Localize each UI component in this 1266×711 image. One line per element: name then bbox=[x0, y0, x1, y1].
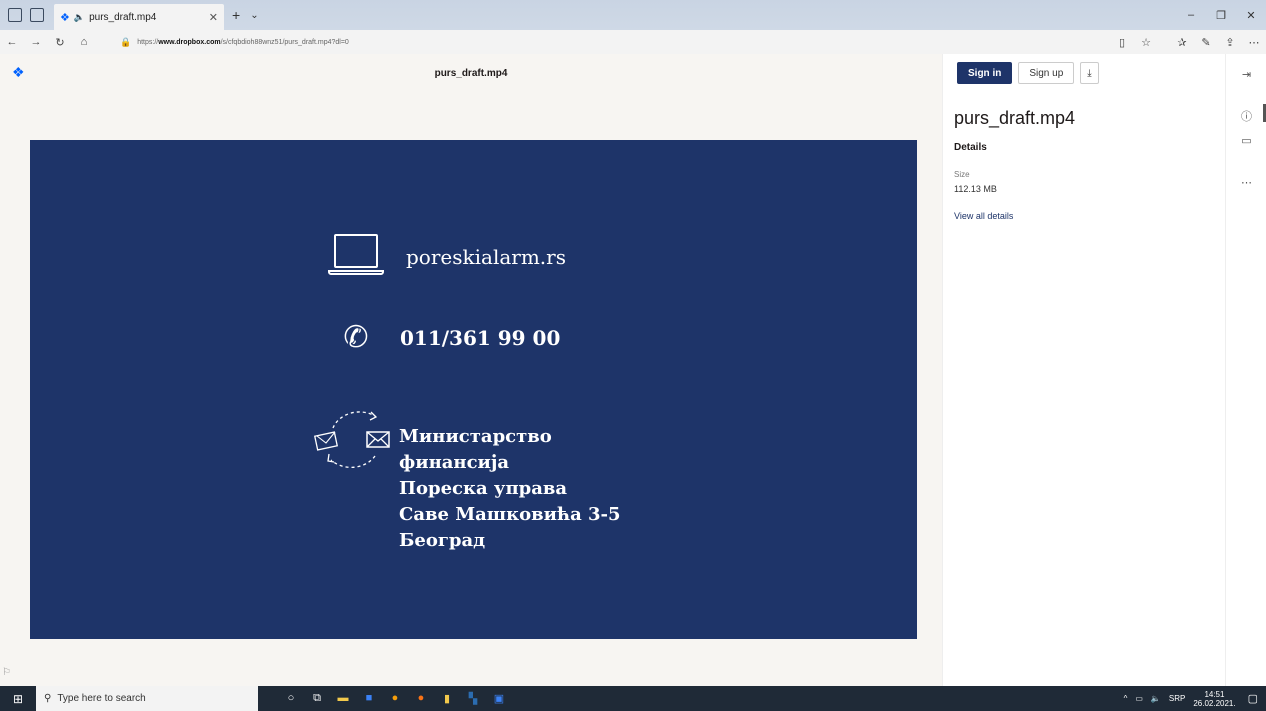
toolbar-icons: ▯ ☆ ✰ ✎ ⇪ ⋯ bbox=[1110, 36, 1266, 49]
address-line: Саве Машковића 3-5 bbox=[399, 504, 621, 525]
pen-icon[interactable]: ✎ bbox=[1194, 36, 1218, 49]
phone-row: ✆ 011/361 99 00 bbox=[336, 320, 560, 355]
side-rail: ⇥ ⓘ ▭ ⋯ bbox=[1225, 54, 1266, 686]
forward-icon[interactable]: → bbox=[24, 36, 48, 48]
auth-buttons: Sign in Sign up ⤓ bbox=[957, 62, 1099, 84]
report-flag-icon[interactable]: ⚐ bbox=[2, 667, 11, 678]
dropbox-page: ❖ purs_draft.mp4 poreskialarm.rs ✆ 011/3… bbox=[0, 54, 1266, 686]
url-prefix: https:// bbox=[137, 38, 159, 46]
home-icon[interactable]: ⌂ bbox=[72, 36, 96, 48]
size-value: 112.13 MB bbox=[954, 184, 997, 194]
tray-chevron-icon[interactable]: ^ bbox=[1124, 694, 1128, 703]
url-domain: www.dropbox.com bbox=[158, 38, 221, 46]
chrome-icon[interactable]: ● bbox=[382, 692, 408, 705]
address-bar: ← → ↻ ⌂ 🔒 https://www.dropbox.com/s/cfqb… bbox=[0, 30, 1266, 54]
task-view-icon[interactable]: ⧉ bbox=[304, 692, 330, 705]
word-icon[interactable]: ▚ bbox=[460, 692, 486, 705]
system-tray: ^ ▭ 🔈 SRP 14:51 26.02.2021. ▢ bbox=[1124, 690, 1266, 708]
tab-actions-icon[interactable] bbox=[8, 8, 22, 22]
back-icon[interactable]: ← bbox=[0, 36, 24, 48]
search-placeholder: Type here to search bbox=[57, 693, 146, 704]
sign-up-button[interactable]: Sign up bbox=[1018, 62, 1075, 84]
network-icon[interactable]: ▭ bbox=[1135, 694, 1143, 703]
taskbar-search[interactable]: ⚲ Type here to search bbox=[36, 686, 258, 711]
favorite-star-icon[interactable]: ☆ bbox=[1134, 36, 1158, 49]
video-player[interactable]: poreskialarm.rs ✆ 011/361 99 00 Министар… bbox=[30, 140, 917, 639]
windows-taskbar: ⊞ ⚲ Type here to search ○ ⧉ ▬ ■ ● ● ▮ ▚ … bbox=[0, 686, 1266, 711]
notifications-icon[interactable]: ▢ bbox=[1248, 692, 1258, 705]
file-title: purs_draft.mp4 bbox=[434, 68, 508, 79]
collapse-panel-icon[interactable]: ⇥ bbox=[1226, 68, 1266, 81]
tab-preview-chevron-icon[interactable]: ⌄ bbox=[250, 10, 258, 21]
audio-playing-icon[interactable]: 🔈 bbox=[74, 12, 85, 23]
date: 26.02.2021. bbox=[1193, 698, 1236, 708]
close-window-icon[interactable]: ✕ bbox=[1236, 9, 1266, 22]
browser-tab-bar: ❖ 🔈 purs_draft.mp4 ✕ + ⌄ – ❐ ✕ bbox=[0, 0, 1266, 30]
file-explorer-icon[interactable]: ▬ bbox=[330, 692, 356, 705]
restore-icon[interactable]: ❐ bbox=[1206, 9, 1236, 22]
app-icon[interactable]: ▮ bbox=[434, 692, 460, 705]
share-icon[interactable]: ⇪ bbox=[1218, 36, 1242, 49]
address-line: Београд bbox=[399, 530, 486, 551]
url-field[interactable]: 🔒 https://www.dropbox.com/s/cfqbdioh88wn… bbox=[120, 37, 349, 48]
cortana-icon[interactable]: ○ bbox=[278, 692, 304, 705]
file-viewer: ❖ purs_draft.mp4 poreskialarm.rs ✆ 011/3… bbox=[0, 54, 942, 686]
address-block: Министарство финансија Пореска управа Са… bbox=[399, 424, 621, 554]
volume-icon[interactable]: 🔈 bbox=[1151, 694, 1161, 703]
details-heading: Details bbox=[954, 142, 987, 153]
browser-tab[interactable]: ❖ 🔈 purs_draft.mp4 ✕ bbox=[54, 4, 224, 30]
close-tab-icon[interactable]: ✕ bbox=[209, 11, 218, 24]
window-controls: – ❐ ✕ bbox=[1176, 9, 1266, 22]
more-options-icon[interactable]: ⋯ bbox=[1226, 176, 1266, 189]
phone-text: 011/361 99 00 bbox=[400, 325, 561, 350]
url-path: /s/cfqbdioh88wnz51/purs_draft.mp4?dl=0 bbox=[220, 38, 349, 46]
set-aside-tabs-icon[interactable] bbox=[30, 8, 44, 22]
comments-icon[interactable]: ▭ bbox=[1226, 134, 1266, 147]
sign-in-button[interactable]: Sign in bbox=[957, 62, 1013, 84]
firefox-icon[interactable]: ● bbox=[408, 692, 434, 705]
mail-cycle-icon bbox=[313, 411, 390, 468]
clock[interactable]: 14:51 26.02.2021. bbox=[1193, 690, 1235, 708]
new-tab-icon[interactable]: + bbox=[232, 7, 240, 23]
edge-icon[interactable]: ■ bbox=[356, 692, 382, 705]
lock-icon[interactable]: 🔒 bbox=[120, 37, 131, 48]
address-line: Министарство bbox=[399, 426, 552, 447]
view-all-details-link[interactable]: View all details bbox=[954, 211, 1013, 221]
panel-file-name: purs_draft.mp4 bbox=[954, 108, 1076, 128]
minimize-icon[interactable]: – bbox=[1176, 9, 1206, 22]
size-label: Size bbox=[954, 170, 970, 179]
reading-view-icon[interactable]: ▯ bbox=[1110, 36, 1134, 49]
more-icon[interactable]: ⋯ bbox=[1242, 36, 1266, 49]
search-icon: ⚲ bbox=[44, 693, 52, 704]
windows-start-icon[interactable]: ⊞ bbox=[0, 686, 36, 711]
outlook-icon[interactable]: ▣ bbox=[486, 692, 512, 705]
website-row: poreskialarm.rs bbox=[328, 234, 566, 280]
refresh-icon[interactable]: ↻ bbox=[48, 36, 72, 49]
address-line: Пореска управа bbox=[399, 478, 568, 499]
details-panel: Sign in Sign up ⤓ purs_draft.mp4 Details… bbox=[942, 54, 1225, 686]
language-indicator[interactable]: SRP bbox=[1169, 694, 1185, 703]
taskbar-apps: ○ ⧉ ▬ ■ ● ● ▮ ▚ ▣ bbox=[278, 692, 512, 705]
favorites-list-icon[interactable]: ✰ bbox=[1170, 36, 1194, 49]
dropbox-favicon-icon: ❖ bbox=[60, 11, 70, 24]
time: 14:51 bbox=[1204, 689, 1225, 699]
info-icon[interactable]: ⓘ bbox=[1226, 108, 1266, 124]
address-line: финансија bbox=[399, 452, 510, 473]
download-icon[interactable]: ⤓ bbox=[1080, 62, 1099, 84]
laptop-icon bbox=[328, 234, 384, 280]
website-text: poreskialarm.rs bbox=[406, 245, 566, 269]
tab-title: purs_draft.mp4 bbox=[89, 11, 157, 23]
phone-icon: ✆ bbox=[343, 321, 369, 354]
